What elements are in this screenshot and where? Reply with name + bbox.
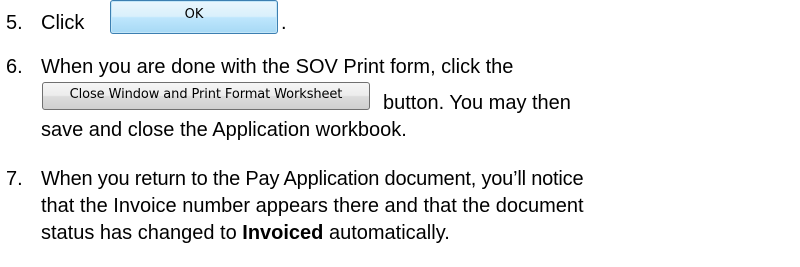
step-6-line-1: When you are done with the SOV Print for… — [41, 56, 514, 78]
step-7-line-3: status has changed to Invoiced automatic… — [41, 218, 450, 248]
step-text: automatically. — [328, 222, 450, 244]
step-6-line-2: button. You may then — [383, 92, 571, 114]
ok-button[interactable]: OK — [110, 0, 278, 34]
instruction-document: 5. Click OK . 6. When you are done with … — [0, 0, 800, 267]
step-6: 6. When you are done with the SOV Print … — [0, 52, 800, 142]
step-number: 6. — [6, 56, 23, 78]
step-text-period: . — [281, 12, 287, 34]
step-5: 5. Click OK . — [0, 0, 800, 40]
step-text: Click — [41, 12, 85, 34]
step-number: 5. — [6, 12, 23, 34]
step-5-line: Click — [41, 8, 84, 38]
step-7-line-1: When you return to the Pay Application d… — [41, 168, 584, 190]
step-7: 7. When you return to the Pay Applicatio… — [0, 164, 800, 264]
step-6-line-3: save and close the Application workbook. — [41, 119, 407, 141]
close-window-print-format-worksheet-button[interactable]: Close Window and Print Format Worksheet — [42, 82, 370, 110]
step-number: 7. — [6, 168, 23, 190]
step-7-line-2: that the Invoice number appears there an… — [41, 195, 584, 217]
step-text: status has changed to — [41, 222, 237, 244]
status-invoiced: Invoiced — [242, 222, 324, 244]
